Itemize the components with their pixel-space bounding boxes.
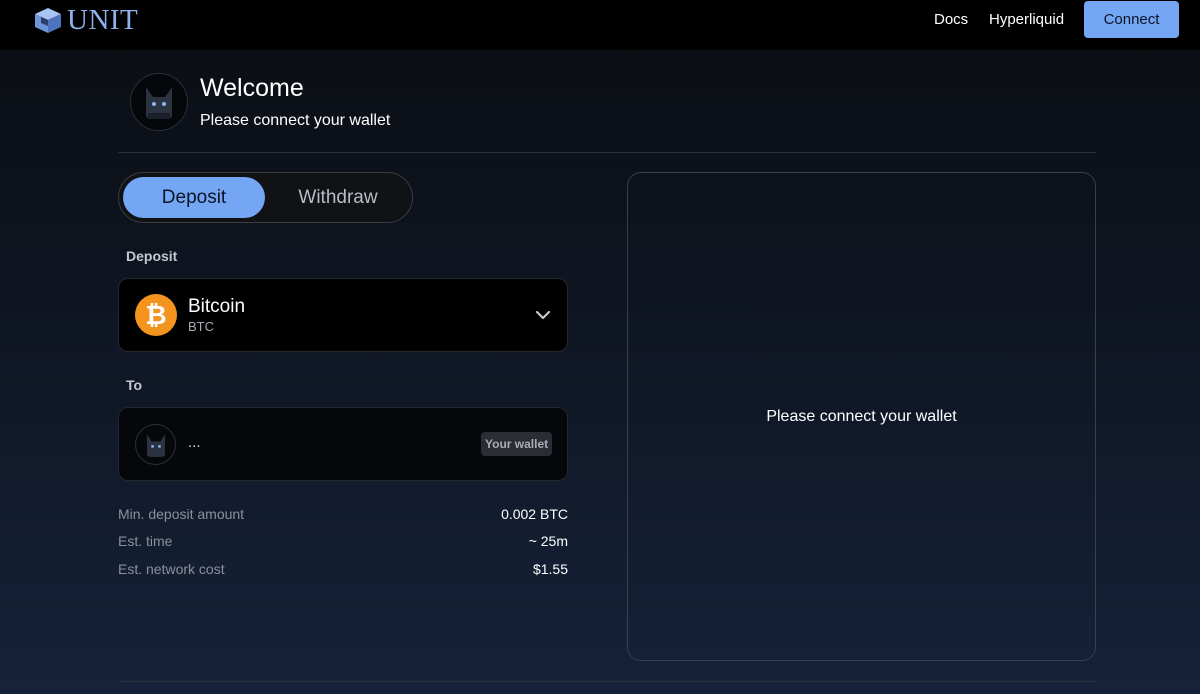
destination-wallet-box: ... Your wallet [118,407,568,481]
deposit-withdraw-toggle: Deposit Withdraw [118,172,413,223]
cube-logo-icon [35,8,61,33]
asset-select[interactable]: ₿ Bitcoin BTC [118,278,568,352]
your-wallet-badge: Your wallet [481,432,553,456]
cat-avatar-icon [146,87,172,119]
chevron-down-icon [535,310,551,320]
avatar [130,73,188,131]
wallet-panel: Please connect your wallet [627,172,1096,661]
info-value: $1.55 [532,561,568,577]
panel-message: Please connect your wallet [766,407,957,425]
tab-withdraw[interactable]: Withdraw [267,177,409,218]
info-label: Est. network cost [118,561,225,577]
info-label: Est. time [118,533,173,549]
asset-symbol: BTC [188,319,214,334]
connect-button[interactable]: Connect [1084,1,1179,38]
bitcoin-icon: ₿ [135,294,177,336]
info-label: Min. deposit amount [118,506,245,522]
welcome-subtitle: Please connect your wallet [200,112,391,129]
footer-divider [118,681,1096,682]
info-row-min-deposit: Min. deposit amount 0.002 BTC [118,506,568,526]
asset-name: Bitcoin [188,296,246,317]
welcome-title: Welcome [200,74,304,102]
header-divider [118,152,1096,153]
info-value: 0.002 BTC [501,506,568,522]
unit-logo[interactable]: UNIT [33,3,139,36]
nav-link-hyperliquid[interactable]: Hyperliquid [989,11,1064,28]
tab-deposit[interactable]: Deposit [123,177,265,218]
info-row-network-cost: Est. network cost $1.55 [118,561,568,581]
wallet-avatar [135,424,176,465]
top-nav-bar: UNIT Docs Hyperliquid Connect [0,0,1200,50]
deposit-section-label: Deposit [126,248,178,264]
to-section-label: To [126,377,143,393]
info-value: ~ 25m [528,533,568,549]
logo-text: UNIT [67,3,139,36]
cat-avatar-icon [146,434,165,457]
info-row-est-time: Est. time ~ 25m [118,533,568,553]
nav-link-docs[interactable]: Docs [934,11,968,28]
wallet-address: ... [188,434,201,451]
